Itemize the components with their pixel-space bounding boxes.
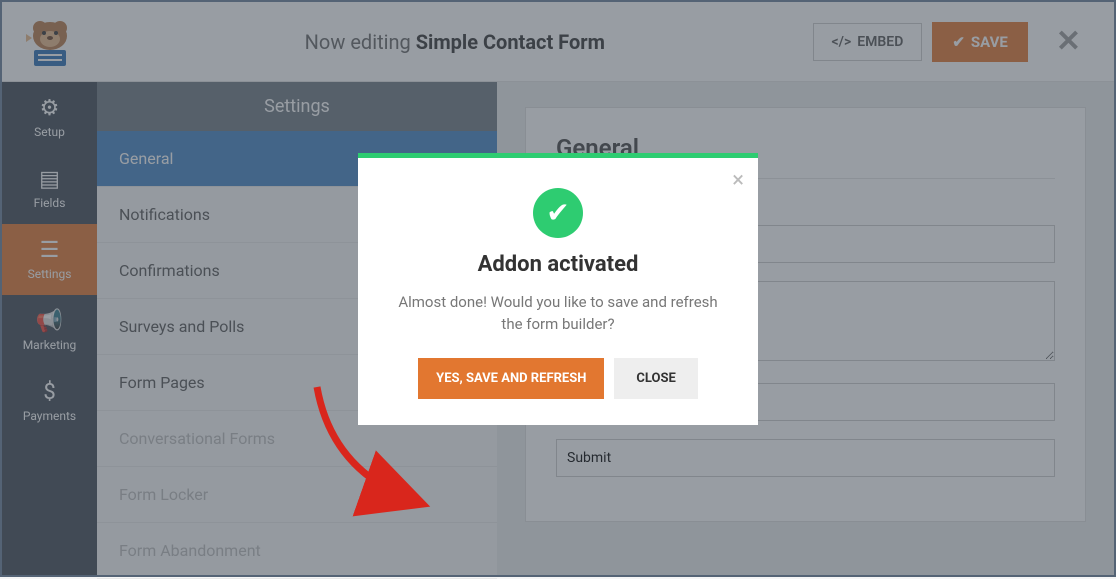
- confirm-save-refresh-button[interactable]: YES, SAVE AND REFRESH: [418, 358, 604, 399]
- modal-cancel-button[interactable]: CLOSE: [614, 358, 697, 399]
- modal-close-button[interactable]: ×: [732, 168, 744, 193]
- modal-overlay: × ✔ Addon activated Almost done! Would y…: [2, 2, 1114, 575]
- modal-title: Addon activated: [386, 252, 730, 277]
- modal-message: Almost done! Would you like to save and …: [386, 291, 730, 336]
- modal-actions: YES, SAVE AND REFRESH CLOSE: [386, 358, 730, 399]
- success-check-icon: ✔: [533, 188, 583, 238]
- addon-activated-modal: × ✔ Addon activated Almost done! Would y…: [358, 153, 758, 425]
